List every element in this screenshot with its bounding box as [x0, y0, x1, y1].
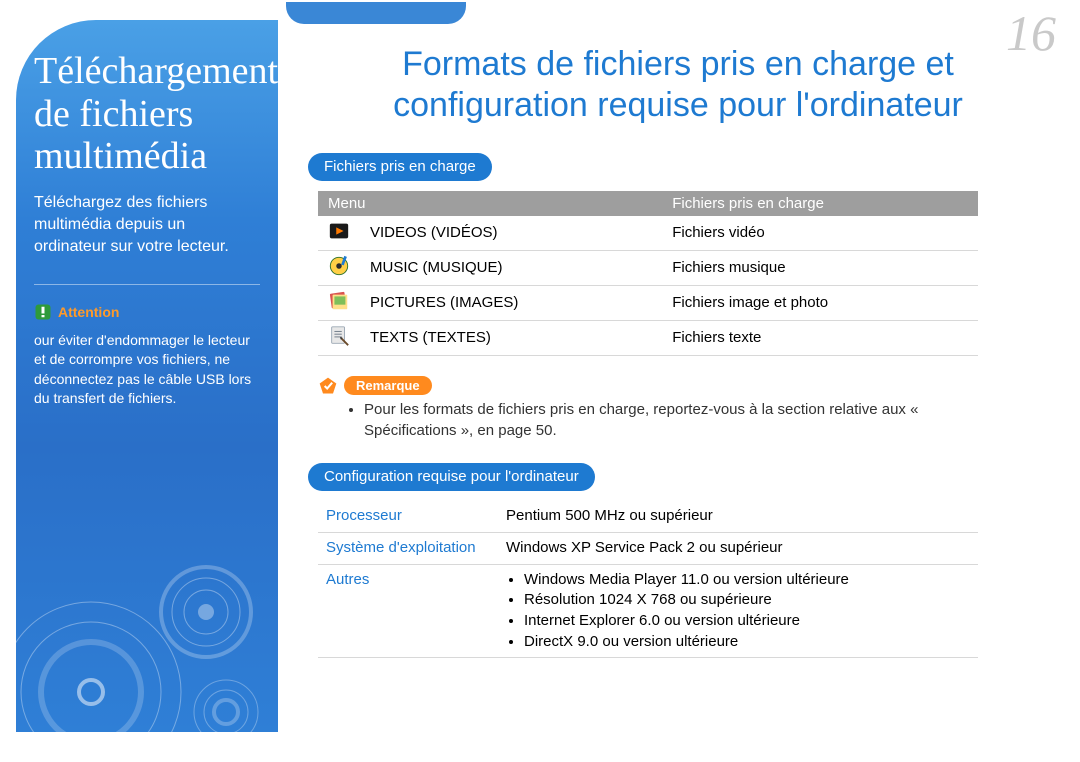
video-icon: [318, 216, 360, 251]
remark-box: Remarque Pour les formats de fichiers pr…: [318, 376, 978, 441]
supported-value: Fichiers musique: [662, 250, 978, 285]
menu-label: MUSIC (MUSIQUE): [360, 250, 662, 285]
sidebar-divider: [34, 284, 260, 285]
main-content: Formats de fichiers pris en charge et co…: [308, 44, 1048, 658]
menu-label: TEXTS (TEXTES): [360, 320, 662, 355]
table-row: Autres Windows Media Player 11.0 ou vers…: [318, 564, 978, 658]
table-row: TEXTS (TEXTES) Fichiers texte: [318, 320, 978, 355]
music-icon: [318, 250, 360, 285]
req-value-other: Windows Media Player 11.0 ou version ult…: [498, 564, 978, 658]
req-label-os: Système d'exploitation: [318, 533, 498, 565]
other-item: Internet Explorer 6.0 ou version ultérie…: [524, 611, 970, 632]
section-pill-system-requirements: Configuration requise pour l'ordinateur: [308, 463, 595, 491]
table-row: Processeur Pentium 500 MHz ou supérieur: [318, 501, 978, 532]
supported-value: Fichiers vidéo: [662, 216, 978, 251]
supported-value: Fichiers texte: [662, 320, 978, 355]
other-item: Résolution 1024 X 768 ou supérieure: [524, 590, 970, 611]
attention-icon: [34, 303, 52, 321]
sidebar-circle-decoration: [16, 462, 278, 732]
section-pill-supported-files: Fichiers pris en charge: [308, 153, 492, 181]
other-item: DirectX 9.0 ou version ultérieure: [524, 632, 970, 653]
texts-icon: [318, 320, 360, 355]
req-label-processor: Processeur: [318, 501, 498, 532]
table-row: Système d'exploitation Windows XP Servic…: [318, 533, 978, 565]
attention-body: our éviter d'endommager le lecteur et de…: [34, 331, 260, 408]
sidebar-intro: Téléchargez des fichiers multimédia depu…: [34, 192, 260, 258]
system-requirements-table: Processeur Pentium 500 MHz ou supérieur …: [318, 501, 978, 658]
supported-value: Fichiers image et photo: [662, 285, 978, 320]
menu-label: VIDEOS (VIDÉOS): [360, 216, 662, 251]
remark-icon: [318, 376, 338, 396]
req-value-os: Windows XP Service Pack 2 ou supérieur: [498, 533, 978, 565]
sidebar-title: Téléchargement de fichiers multimédia: [34, 50, 260, 178]
attention-header: Attention: [34, 303, 260, 321]
pictures-icon: [318, 285, 360, 320]
table-row: VIDEOS (VIDÉOS) Fichiers vidéo: [318, 216, 978, 251]
menu-label: PICTURES (IMAGES): [360, 285, 662, 320]
req-label-other: Autres: [318, 564, 498, 658]
sidebar: Téléchargement de fichiers multimédia Té…: [16, 20, 278, 732]
page-title: Formats de fichiers pris en charge et co…: [308, 44, 1048, 127]
remark-text: Pour les formats de fichiers pris en cha…: [364, 400, 978, 441]
th-supported: Fichiers pris en charge: [662, 191, 978, 216]
attention-label: Attention: [58, 304, 119, 320]
supported-files-table: Menu Fichiers pris en charge VIDEOS (VID…: [318, 191, 978, 356]
remark-label: Remarque: [344, 376, 432, 395]
th-menu: Menu: [318, 191, 662, 216]
table-row: MUSIC (MUSIQUE) Fichiers musique: [318, 250, 978, 285]
table-row: PICTURES (IMAGES) Fichiers image et phot…: [318, 285, 978, 320]
other-item: Windows Media Player 11.0 ou version ult…: [524, 570, 970, 591]
page-top-tab: [286, 2, 466, 24]
req-value-processor: Pentium 500 MHz ou supérieur: [498, 501, 978, 532]
